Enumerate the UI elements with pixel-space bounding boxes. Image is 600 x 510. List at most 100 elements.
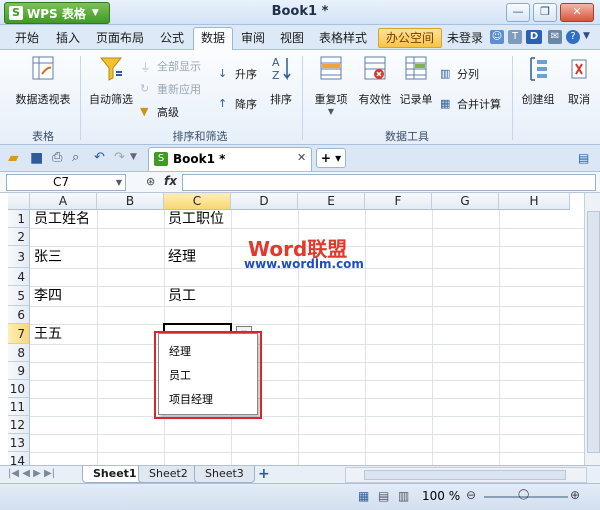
advanced-filter-button[interactable]: ▼ 高级 bbox=[140, 104, 179, 120]
print-preview-icon[interactable]: ⌕ bbox=[72, 150, 79, 165]
close-button[interactable]: ✕ bbox=[560, 3, 594, 22]
cell-c1[interactable]: 员工职位 bbox=[166, 210, 224, 228]
login-link[interactable]: 未登录 bbox=[440, 28, 490, 48]
page-layout-view-icon[interactable]: ▤ bbox=[378, 489, 389, 503]
chevron-down-icon[interactable]: ▼ bbox=[130, 152, 137, 162]
consolidate-label: 合并计算 bbox=[457, 98, 501, 111]
row-header[interactable]: 6 bbox=[8, 306, 30, 324]
tab-page-layout[interactable]: 页面布局 bbox=[89, 28, 151, 48]
autofilter-button[interactable]: 自动筛选 bbox=[86, 54, 136, 107]
show-all-button[interactable]: ⏚ 全部显示 bbox=[140, 58, 201, 74]
tab-data[interactable]: 数据 bbox=[193, 27, 234, 50]
restore-button[interactable]: ❐ bbox=[533, 3, 557, 22]
zoom-in-icon[interactable]: ⊕ bbox=[570, 488, 580, 502]
zoom-slider-thumb[interactable]: ◯ bbox=[518, 489, 529, 500]
row-header[interactable]: 5 bbox=[8, 286, 30, 306]
reapply-button[interactable]: ↻ 重新应用 bbox=[140, 81, 201, 97]
row-header[interactable]: 14 bbox=[8, 452, 30, 465]
row-header[interactable]: 7 bbox=[8, 324, 30, 344]
row-header[interactable]: 10 bbox=[8, 380, 30, 398]
validity-button[interactable]: 有效性 bbox=[356, 54, 394, 107]
pivot-table-button[interactable]: 数据透视表 bbox=[12, 54, 74, 107]
close-tab-icon[interactable]: ✕ bbox=[297, 151, 306, 164]
cell-c5[interactable]: 员工 bbox=[166, 287, 196, 305]
column-header-c[interactable]: C bbox=[164, 193, 231, 210]
cell-a1[interactable]: 员工姓名 bbox=[32, 210, 90, 228]
select-all-corner[interactable] bbox=[8, 193, 30, 210]
find-function-icon[interactable]: ⊛ bbox=[146, 175, 155, 188]
cell-a7[interactable]: 王五 bbox=[32, 325, 62, 343]
consolidate-button[interactable]: ▦ 合并计算 bbox=[440, 96, 501, 112]
fx-icon[interactable]: fx bbox=[164, 174, 177, 188]
name-box[interactable]: C7 ▼ bbox=[6, 174, 126, 191]
minimize-button[interactable]: — bbox=[506, 3, 530, 22]
undo-icon[interactable]: ↶ bbox=[94, 150, 105, 165]
duplicates-button[interactable]: 重复项 ▼ bbox=[308, 54, 354, 116]
funnel-small-icon: ▼ bbox=[140, 105, 149, 118]
create-group-button[interactable]: 创建组 bbox=[516, 54, 560, 107]
row-header[interactable]: 9 bbox=[8, 362, 30, 380]
group-label-table: 表格 bbox=[32, 130, 54, 143]
formula-input[interactable] bbox=[182, 174, 596, 191]
row-header[interactable]: 11 bbox=[8, 398, 30, 416]
sheet-tab-3[interactable]: Sheet3 bbox=[194, 466, 255, 483]
sheet-nav-icon[interactable]: |◀ ◀ ▶ ▶| bbox=[8, 468, 55, 479]
row-header[interactable]: 12 bbox=[8, 416, 30, 434]
record-form-button[interactable]: 记录单 bbox=[397, 54, 435, 107]
normal-view-icon[interactable]: ▦ bbox=[358, 489, 369, 503]
spreadsheet-grid[interactable]: A B C D E F G H 1 2 3 4 5 6 7 8 9 10 11 … bbox=[8, 193, 592, 465]
tab-office-space[interactable]: 办公空间 bbox=[378, 28, 443, 48]
d-logo-icon[interactable]: D bbox=[526, 30, 542, 44]
tab-insert[interactable]: 插入 bbox=[49, 28, 87, 48]
tab-formula[interactable]: 公式 bbox=[153, 28, 191, 48]
column-header-b[interactable]: B bbox=[97, 193, 164, 210]
gridline bbox=[30, 324, 592, 325]
document-tab[interactable]: S Book1 * ✕ bbox=[148, 147, 312, 171]
help-icon[interactable]: ? bbox=[566, 30, 580, 44]
page-break-view-icon[interactable]: ▥ bbox=[398, 489, 409, 503]
scroll-thumb[interactable] bbox=[364, 470, 566, 480]
add-sheet-icon[interactable]: + bbox=[258, 466, 270, 482]
sort-button[interactable]: A Z 排序 bbox=[265, 54, 297, 107]
column-header-a[interactable]: A bbox=[30, 193, 97, 210]
sort-descending-button[interactable]: ↑ 降序 bbox=[218, 96, 257, 112]
row-header[interactable]: 13 bbox=[8, 434, 30, 452]
column-header-f[interactable]: F bbox=[365, 193, 432, 210]
sort-ascending-button[interactable]: ↓ 升序 bbox=[218, 66, 257, 82]
row-header[interactable]: 4 bbox=[8, 268, 30, 286]
open-folder-icon[interactable]: ▰ bbox=[8, 150, 19, 166]
column-header-e[interactable]: E bbox=[298, 193, 365, 210]
column-header-g[interactable]: G bbox=[432, 193, 499, 210]
print-icon[interactable]: ⎙ bbox=[52, 150, 62, 165]
text-to-columns-button[interactable]: ▥ 分列 bbox=[440, 66, 479, 82]
cell-c3[interactable]: 经理 bbox=[166, 248, 196, 266]
row-header[interactable]: 8 bbox=[8, 344, 30, 362]
row-header[interactable]: 1 bbox=[8, 210, 30, 228]
tab-start[interactable]: 开始 bbox=[8, 28, 46, 48]
cell-a3[interactable]: 张三 bbox=[32, 248, 62, 266]
horizontal-scrollbar[interactable] bbox=[345, 467, 587, 483]
column-header-d[interactable]: D bbox=[231, 193, 298, 210]
column-header-h[interactable]: H bbox=[499, 193, 570, 210]
layout-toggle-icon[interactable]: ▤ bbox=[578, 151, 589, 165]
tab-review[interactable]: 审阅 bbox=[234, 28, 272, 48]
new-tab-button[interactable]: + ▾ bbox=[316, 148, 346, 168]
create-group-label: 创建组 bbox=[521, 93, 555, 106]
vertical-scrollbar[interactable] bbox=[584, 193, 600, 465]
save-icon[interactable]: ■ bbox=[30, 150, 43, 166]
row-header[interactable]: 3 bbox=[8, 246, 30, 268]
sheet-tab-2[interactable]: Sheet2 bbox=[138, 466, 199, 483]
group-label-data-tools: 数据工具 bbox=[385, 130, 429, 143]
redo-icon[interactable]: ↷ bbox=[114, 150, 125, 165]
tab-table-style[interactable]: 表格样式 bbox=[312, 28, 374, 48]
chevron-down-icon[interactable]: ▼ bbox=[583, 31, 590, 41]
cell-a5[interactable]: 李四 bbox=[32, 287, 62, 305]
ungroup-button[interactable]: 取消 bbox=[562, 54, 596, 107]
tab-view[interactable]: 视图 bbox=[273, 28, 311, 48]
shirt-icon[interactable]: T bbox=[508, 30, 522, 44]
user-icon[interactable]: ☺ bbox=[490, 30, 504, 44]
scroll-thumb[interactable] bbox=[587, 211, 600, 453]
row-header[interactable]: 2 bbox=[8, 228, 30, 246]
mail-icon[interactable]: ✉ bbox=[548, 30, 562, 44]
zoom-out-icon[interactable]: ⊖ bbox=[466, 488, 476, 502]
